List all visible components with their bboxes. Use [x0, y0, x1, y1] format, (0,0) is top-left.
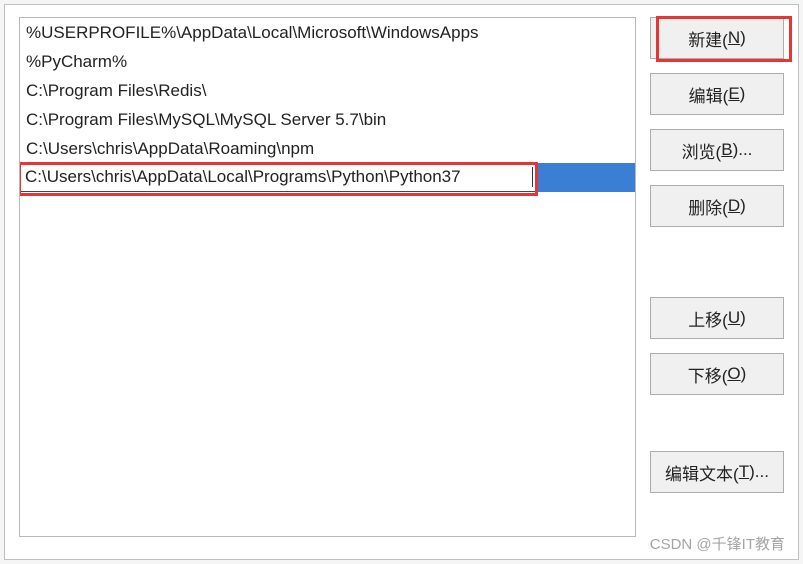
- spacer: [650, 241, 784, 297]
- button-suffix: ): [740, 196, 746, 216]
- move-up-button[interactable]: 上移(U): [650, 297, 784, 339]
- button-hotkey: E: [728, 84, 739, 104]
- button-label: 删除(: [688, 194, 728, 219]
- button-label: 编辑文本(: [665, 460, 739, 485]
- environment-variable-dialog: %USERPROFILE%\AppData\Local\Microsoft\Wi…: [4, 4, 799, 560]
- spacer: [650, 409, 784, 451]
- button-label: 新建(: [688, 26, 728, 51]
- path-entry[interactable]: %PyCharm%: [20, 47, 635, 76]
- button-label: 编辑(: [689, 82, 729, 107]
- edit-text-button[interactable]: 编辑文本(T)...: [650, 451, 784, 493]
- delete-button[interactable]: 删除(D): [650, 185, 784, 227]
- path-entry[interactable]: C:\Program Files\Redis\: [20, 76, 635, 105]
- browse-button[interactable]: 浏览(B)...: [650, 129, 784, 171]
- button-hotkey: U: [728, 308, 740, 328]
- button-suffix: )...: [749, 462, 769, 482]
- path-entry[interactable]: %USERPROFILE%\AppData\Local\Microsoft\Wi…: [20, 18, 635, 47]
- button-hotkey: B: [721, 140, 732, 160]
- button-label: 上移(: [688, 306, 728, 331]
- path-list[interactable]: %USERPROFILE%\AppData\Local\Microsoft\Wi…: [19, 17, 636, 537]
- button-suffix: ): [740, 84, 746, 104]
- selection-highlight: [536, 163, 635, 192]
- button-suffix: ): [740, 28, 746, 48]
- button-hotkey: T: [739, 462, 749, 482]
- path-entry[interactable]: C:\Users\chris\AppData\Roaming\npm: [20, 134, 635, 163]
- button-label: 下移(: [688, 362, 728, 387]
- button-hotkey: D: [728, 196, 740, 216]
- button-label: 浏览(: [682, 138, 722, 163]
- move-down-button[interactable]: 下移(O): [650, 353, 784, 395]
- path-entry-selected[interactable]: C:\Users\chris\AppData\Local\Programs\Py…: [20, 163, 635, 192]
- button-suffix: )...: [733, 140, 753, 160]
- edit-button[interactable]: 编辑(E): [650, 73, 784, 115]
- button-column: 新建(N) 编辑(E) 浏览(B)... 删除(D) 上移(U) 下移(O) 编…: [650, 17, 784, 547]
- path-edit-input[interactable]: C:\Users\chris\AppData\Local\Programs\Py…: [20, 163, 536, 192]
- path-entry[interactable]: C:\Program Files\MySQL\MySQL Server 5.7\…: [20, 105, 635, 134]
- watermark-text: CSDN @千锋IT教育: [650, 533, 785, 554]
- button-suffix: ): [740, 308, 746, 328]
- button-hotkey: N: [728, 28, 740, 48]
- button-suffix: ): [741, 364, 747, 384]
- button-hotkey: O: [727, 364, 740, 384]
- new-button[interactable]: 新建(N): [650, 17, 784, 59]
